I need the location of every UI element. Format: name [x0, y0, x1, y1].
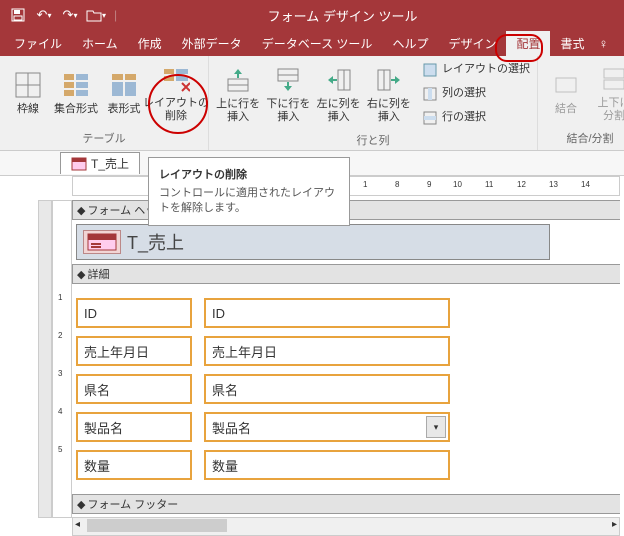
- insert-right-icon: [376, 64, 402, 96]
- menu-ファイル[interactable]: ファイル: [4, 31, 72, 56]
- design-surface[interactable]: ◆フォーム ヘッダー T_売上 ◆詳細 IDID売上年月日売上年月日県名県名製品…: [72, 200, 620, 518]
- menu-ホーム[interactable]: ホーム: [72, 31, 128, 56]
- tooltip-body: コントロールに適用されたレイアウトを解除します。: [159, 186, 339, 217]
- qat-undo-icon[interactable]: ↶▾: [32, 3, 56, 27]
- insert-below-button[interactable]: 下に行を 挿入: [263, 62, 313, 126]
- section-expand-icon: ◆: [77, 268, 85, 281]
- form-footer-section-bar[interactable]: ◆フォーム フッター: [72, 494, 620, 514]
- field-label[interactable]: 売上年月日: [76, 336, 192, 366]
- select-row-icon: [421, 110, 439, 126]
- scrollbar-thumb[interactable]: [87, 519, 227, 532]
- qat-redo-icon[interactable]: ↷▾: [58, 3, 82, 27]
- form-title-label: T_売上: [127, 229, 184, 255]
- insert-left-button[interactable]: 左に列を 挿入: [314, 62, 364, 126]
- select-layout-icon: [421, 62, 439, 78]
- field-control[interactable]: 売上年月日: [204, 336, 450, 366]
- tabular-button[interactable]: 表形式: [100, 67, 148, 118]
- menu-作成[interactable]: 作成: [128, 31, 172, 56]
- scrollbar-horizontal[interactable]: ◂▸: [72, 517, 620, 536]
- insert-below-icon: [275, 64, 301, 96]
- menu-外部データ[interactable]: 外部データ: [172, 31, 252, 56]
- menu-データベース ツール[interactable]: データベース ツール: [252, 31, 383, 56]
- highlight-circle-active-tab: [495, 34, 543, 62]
- section-expand-icon: ◆: [77, 498, 85, 511]
- detail-section-bar[interactable]: ◆詳細: [72, 264, 620, 284]
- context-tab-title: フォーム デザイン ツール: [121, 6, 624, 25]
- select-column-button[interactable]: 列の選択: [418, 82, 533, 106]
- combo-arrow-icon[interactable]: ▾: [426, 416, 446, 438]
- group-merge-label: 結合/分割: [542, 128, 624, 148]
- field-label[interactable]: ID: [76, 298, 192, 328]
- field-row: 売上年月日売上年月日: [76, 336, 620, 366]
- gridlines-button[interactable]: 枠線: [4, 67, 52, 118]
- document-tab[interactable]: T_売上: [60, 152, 140, 174]
- stacked-icon: [62, 69, 90, 101]
- group-rowscols-label: 行と列: [213, 130, 533, 150]
- split-v-icon: [601, 63, 624, 95]
- merge-icon: [553, 69, 579, 101]
- merge-button: 結合: [542, 67, 590, 118]
- section-selector-bar[interactable]: [38, 200, 52, 518]
- insert-above-button[interactable]: 上に行を 挿入: [213, 62, 263, 126]
- field-control[interactable]: ID: [204, 298, 450, 328]
- section-expand-icon: ◆: [77, 204, 85, 217]
- field-control[interactable]: 県名: [204, 374, 450, 404]
- menu-ヘルプ[interactable]: ヘルプ: [382, 31, 438, 56]
- qat-save-icon[interactable]: [6, 3, 30, 27]
- tabular-icon: [110, 69, 138, 101]
- tell-me-icon[interactable]: ♀: [595, 36, 613, 51]
- field-label[interactable]: 数量: [76, 450, 192, 480]
- field-label[interactable]: 製品名: [76, 412, 192, 442]
- field-label[interactable]: 県名: [76, 374, 192, 404]
- select-row-button[interactable]: 行の選択: [418, 106, 533, 130]
- field-control[interactable]: 製品名▾: [204, 412, 450, 442]
- field-row: 数量数量: [76, 450, 620, 480]
- tooltip: レイアウトの削除 コントロールに適用されたレイアウトを解除します。: [148, 157, 350, 226]
- field-row: 県名県名: [76, 374, 620, 404]
- field-row: ID ID: [76, 298, 620, 328]
- tooltip-title: レイアウトの削除: [159, 166, 339, 182]
- menu-書式[interactable]: 書式: [550, 31, 594, 56]
- form-logo-icon: [83, 230, 121, 254]
- form-header-box[interactable]: T_売上: [76, 224, 550, 260]
- stacked-button[interactable]: 集合形式: [52, 67, 100, 118]
- insert-above-icon: [225, 64, 251, 96]
- form-icon: [71, 157, 87, 171]
- insert-right-button[interactable]: 右に列を 挿入: [364, 62, 414, 126]
- ruler-vertical: 1 2 3 4 5: [52, 200, 72, 518]
- field-control[interactable]: 数量: [204, 450, 450, 480]
- split-vertical-button: 上下に 分割: [590, 61, 624, 125]
- highlight-circle-remove-layout: [148, 74, 208, 134]
- field-row: 製品名製品名▾: [76, 412, 620, 442]
- select-column-icon: [421, 86, 439, 102]
- qat-open-icon[interactable]: ▾: [84, 3, 108, 27]
- grid-icon: [14, 69, 42, 101]
- insert-left-icon: [326, 64, 352, 96]
